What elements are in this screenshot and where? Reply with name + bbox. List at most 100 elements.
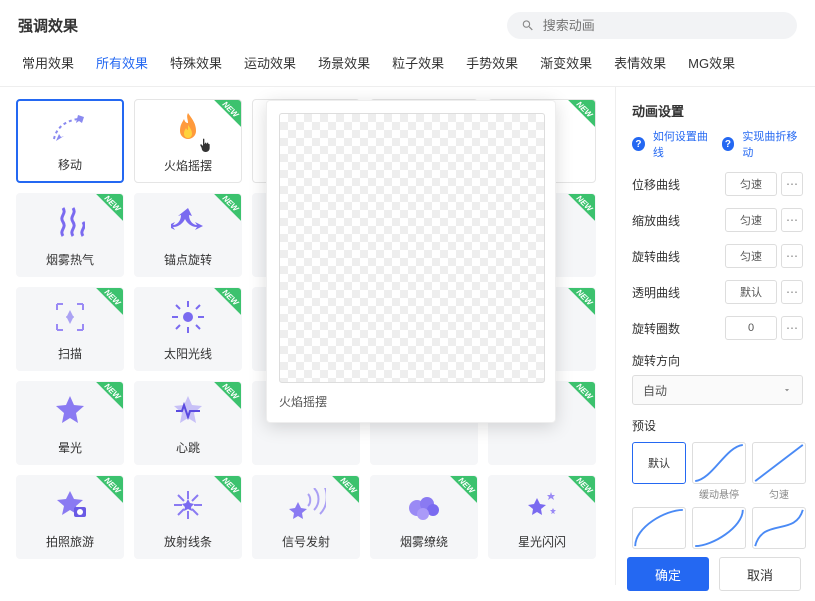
preview-popup: 火焰摇摆 xyxy=(266,100,556,423)
new-badge: NEW xyxy=(557,382,595,420)
help-icon: ? xyxy=(632,137,645,151)
effect-label: 烟雾缭绕 xyxy=(400,533,448,550)
search-icon xyxy=(521,18,535,33)
effect-label: 心跳 xyxy=(176,439,200,456)
page-title: 强调效果 xyxy=(18,15,507,36)
effect-card[interactable]: NEW 太阳光线 xyxy=(134,287,242,371)
effect-label: 移动 xyxy=(58,156,82,173)
chevron-down-icon xyxy=(782,385,792,395)
new-badge: NEW xyxy=(203,476,241,514)
tab-5[interactable]: 粒子效果 xyxy=(392,53,444,76)
preset-label: 匀速 xyxy=(752,486,806,501)
new-badge: NEW xyxy=(85,476,123,514)
effect-label: 扫描 xyxy=(58,345,82,362)
rotation-dir-select[interactable]: 自动 xyxy=(632,375,803,405)
effect-card[interactable]: NEW 晕光 xyxy=(16,381,124,465)
effect-label: 火焰摇摆 xyxy=(164,157,212,174)
effect-card[interactable]: NEW 拍照旅游 xyxy=(16,475,124,559)
effect-card[interactable]: NEW 信号发射 xyxy=(252,475,360,559)
effect-label: 锚点旋转 xyxy=(164,251,212,268)
preset-item[interactable]: 默认 xyxy=(632,442,686,484)
effect-card[interactable]: 移动 xyxy=(16,99,124,183)
effect-label: 放射线条 xyxy=(164,533,212,550)
tab-2[interactable]: 特殊效果 xyxy=(170,53,222,76)
tabs: 常用效果所有效果特殊效果运动效果场景效果粒子效果手势效果渐变效果表情效果 MG效果 xyxy=(0,47,815,87)
preset-item[interactable] xyxy=(752,507,806,549)
curve-select[interactable]: 匀速 xyxy=(725,244,777,268)
new-badge: NEW xyxy=(439,476,477,514)
curve-label: 缩放曲线 xyxy=(632,212,725,229)
ok-button[interactable]: 确定 xyxy=(627,557,709,591)
curve-more-button[interactable]: ⋯ xyxy=(781,244,803,268)
new-badge: NEW xyxy=(203,288,241,326)
new-badge: NEW xyxy=(557,476,595,514)
effect-card[interactable]: NEW 扫描 xyxy=(16,287,124,371)
effect-card[interactable]: NEW 锚点旋转 xyxy=(134,193,242,277)
curve-more-button[interactable]: ⋯ xyxy=(781,172,803,196)
new-badge: NEW xyxy=(85,194,123,232)
presets-label: 预设 xyxy=(632,417,803,434)
preset-item[interactable] xyxy=(692,507,746,549)
help-links: ? 如何设置曲线 ? 实现曲折移动 xyxy=(632,128,803,160)
effect-card[interactable]: NEW 放射线条 xyxy=(134,475,242,559)
effect-label: 晕光 xyxy=(58,439,82,456)
curve-more-button[interactable]: ⋯ xyxy=(781,208,803,232)
curve-select[interactable]: 匀速 xyxy=(725,208,777,232)
effect-label: 星光闪闪 xyxy=(518,533,566,550)
new-badge: NEW xyxy=(203,100,241,138)
help-link-curve[interactable]: 如何设置曲线 xyxy=(653,128,714,160)
tab-7[interactable]: 渐变效果 xyxy=(540,53,592,76)
rotation-dir-value: 自动 xyxy=(643,382,667,399)
tab-8[interactable]: 表情效果 xyxy=(614,53,666,76)
effect-label: 拍照旅游 xyxy=(46,533,94,550)
new-badge: NEW xyxy=(203,382,241,420)
rotation-dir-label: 旋转方向 xyxy=(632,352,803,369)
new-badge: NEW xyxy=(203,194,241,232)
effect-card[interactable]: NEW 烟雾热气 xyxy=(16,193,124,277)
effect-label: 太阳光线 xyxy=(164,345,212,362)
curve-select[interactable]: 默认 xyxy=(725,280,777,304)
new-badge: NEW xyxy=(557,100,595,138)
tab-6[interactable]: 手势效果 xyxy=(466,53,518,76)
rotation-count-more[interactable]: ⋯ xyxy=(781,316,803,340)
curve-more-button[interactable]: ⋯ xyxy=(781,280,803,304)
search-box[interactable] xyxy=(507,12,797,39)
new-badge: NEW xyxy=(321,476,359,514)
preset-item[interactable] xyxy=(752,442,806,484)
curve-label: 旋转曲线 xyxy=(632,248,725,265)
search-input[interactable] xyxy=(543,18,783,33)
effect-label: 烟雾热气 xyxy=(46,251,94,268)
tab-4[interactable]: 场景效果 xyxy=(318,53,370,76)
cancel-button[interactable]: 取消 xyxy=(719,557,801,591)
new-badge: NEW xyxy=(557,288,595,326)
preview-label: 火焰摇摆 xyxy=(279,393,543,410)
curve-select[interactable]: 匀速 xyxy=(725,172,777,196)
curve-label: 位移曲线 xyxy=(632,176,725,193)
effect-card[interactable]: NEW 星光闪闪 xyxy=(488,475,596,559)
tab-3[interactable]: 运动效果 xyxy=(244,53,296,76)
help-icon: ? xyxy=(722,137,735,151)
preset-label: 缓动悬停 xyxy=(692,486,746,501)
tab-9[interactable]: MG效果 xyxy=(688,53,735,76)
rotation-count-label: 旋转圈数 xyxy=(632,320,725,337)
settings-panel: 动画设置 ? 如何设置曲线 ? 实现曲折移动 位移曲线匀速⋯缩放曲线匀速⋯旋转曲… xyxy=(615,87,815,585)
rotation-count-input[interactable]: 0 xyxy=(725,316,777,340)
preset-item[interactable] xyxy=(632,507,686,549)
preview-canvas xyxy=(279,113,545,383)
new-badge: NEW xyxy=(85,382,123,420)
help-link-zigzag[interactable]: 实现曲折移动 xyxy=(742,128,803,160)
effect-label: 信号发射 xyxy=(282,533,330,550)
effect-card[interactable]: NEW 心跳 xyxy=(134,381,242,465)
cursor-hand-icon xyxy=(197,138,213,154)
new-badge: NEW xyxy=(557,194,595,232)
effect-icon xyxy=(18,101,122,156)
new-badge: NEW xyxy=(85,288,123,326)
effect-card[interactable]: NEW 火焰摇摆 xyxy=(134,99,242,183)
tab-1[interactable]: 所有效果 xyxy=(96,53,148,76)
presets-grid: 默认 缓动悬停匀速 xyxy=(632,442,803,549)
tab-0[interactable]: 常用效果 xyxy=(22,53,74,76)
preset-item[interactable] xyxy=(692,442,746,484)
curve-label: 透明曲线 xyxy=(632,284,725,301)
settings-title: 动画设置 xyxy=(632,101,803,120)
effect-card[interactable]: NEW 烟雾缭绕 xyxy=(370,475,478,559)
